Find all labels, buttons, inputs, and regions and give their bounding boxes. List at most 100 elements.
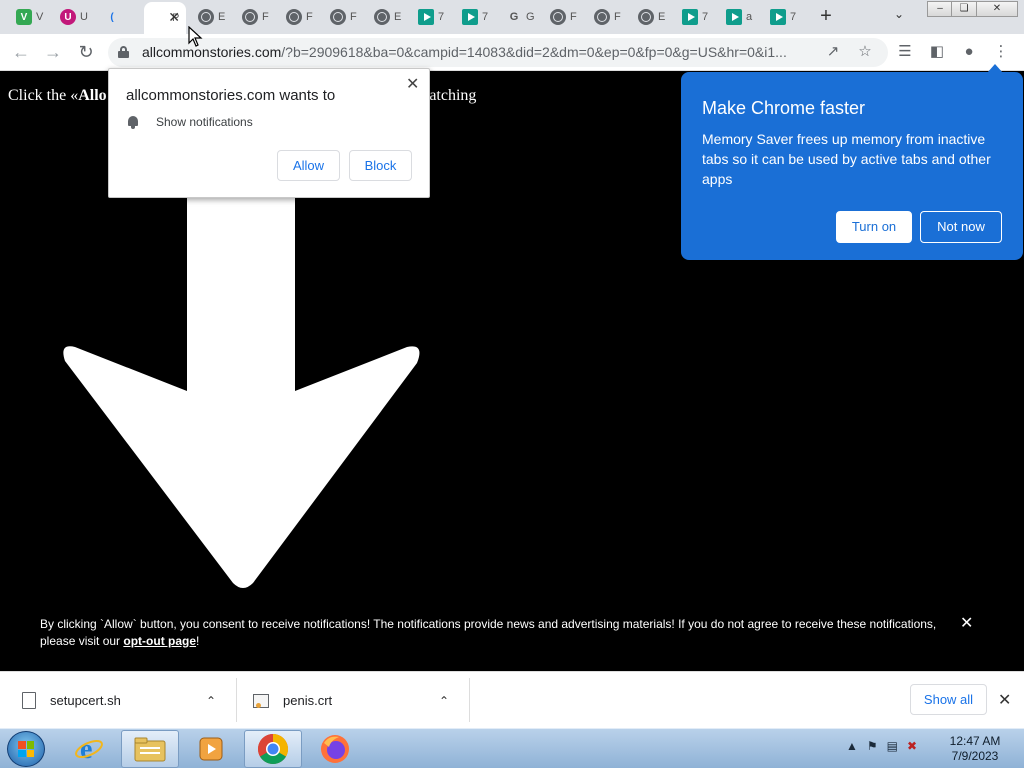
tab-title: G	[526, 11, 535, 23]
network-icon[interactable]: ▤	[887, 739, 898, 753]
tab-title: 7	[702, 11, 709, 23]
download-item[interactable]: setupcert.sh ⌃	[22, 672, 216, 729]
url-text[interactable]: allcommonstories.com/?b=2909618&ba=0&cam…	[142, 44, 822, 60]
consent-close-icon[interactable]: ✕	[960, 613, 973, 633]
tab-title: F	[262, 11, 269, 23]
tab-title: F	[570, 11, 577, 23]
blue-spinner-icon: (	[110, 11, 114, 23]
tab-strip: VVUU(ΞP✕EFFFE77GGFFE7a7 + ⌄ – ❏ ✕	[0, 0, 1024, 34]
browser-tab[interactable]: a	[718, 4, 760, 30]
tab-title: E	[218, 11, 226, 23]
browser-tab[interactable]: P ✕	[144, 2, 186, 34]
tray-expand-icon[interactable]: ▲	[846, 739, 858, 753]
back-button[interactable]: ←	[10, 41, 32, 63]
play-icon	[682, 9, 698, 25]
browser-toolbar: ← → ↻ allcommonstories.com/?b=2909618&ba…	[0, 34, 1024, 71]
browser-tab[interactable]: GG	[498, 4, 540, 30]
tab-title: F	[350, 11, 357, 23]
reload-button[interactable]: ↻	[75, 41, 97, 63]
tab-title: V	[36, 11, 44, 23]
address-bar[interactable]: allcommonstories.com/?b=2909618&ba=0&cam…	[108, 38, 888, 67]
heading-left-text: Click the «Allo	[8, 87, 107, 104]
divider	[469, 678, 470, 722]
browser-tab[interactable]: F	[542, 4, 584, 30]
magenta-u-icon: U	[60, 9, 76, 25]
windows-taskbar: e ▲ ⚑ ▤ ✖ 12:47 AM 7/9/2023	[0, 728, 1024, 768]
download-shelf: setupcert.sh ⌃ penis.crt ⌃ Show all ✕	[0, 671, 1024, 728]
tab-title: E	[394, 11, 402, 23]
file-icon	[22, 692, 36, 709]
browser-tab[interactable]: 7	[454, 4, 496, 30]
globe-icon	[286, 9, 302, 25]
chevron-up-icon[interactable]: ⌃	[206, 694, 216, 708]
chrome-icon[interactable]	[244, 730, 302, 768]
file-explorer-icon[interactable]	[121, 730, 179, 768]
tab-title: F	[614, 11, 621, 23]
side-panel-icon[interactable]: ◧	[928, 43, 946, 61]
turn-on-button[interactable]: Turn on	[836, 211, 912, 243]
clock[interactable]: 12:47 AM 7/9/2023	[940, 734, 1010, 764]
profile-icon[interactable]: ●	[960, 43, 978, 61]
forward-button[interactable]: →	[42, 41, 64, 63]
notification-permission-prompt: allcommonstories.com wants to ✕ Show not…	[108, 68, 430, 198]
browser-tab[interactable]: F	[278, 4, 320, 30]
play-icon	[726, 9, 742, 25]
globe-icon	[594, 9, 610, 25]
svg-text:e: e	[80, 734, 92, 764]
clock-time: 12:47 AM	[949, 734, 1001, 748]
browser-tab[interactable]: VV	[8, 4, 50, 30]
tab-title: 7	[790, 11, 797, 23]
chevron-up-icon[interactable]: ⌃	[439, 694, 449, 708]
media-player-icon[interactable]	[182, 730, 240, 768]
memory-saver-promo: Make Chrome faster Memory Saver frees up…	[681, 72, 1023, 260]
restore-button[interactable]: ❏	[951, 1, 977, 17]
new-tab-button[interactable]: +	[814, 5, 838, 29]
show-all-button[interactable]: Show all	[910, 684, 987, 715]
certificate-icon	[253, 693, 269, 708]
play-icon	[462, 9, 478, 25]
minimize-button[interactable]: –	[927, 1, 953, 17]
browser-tab[interactable]: 7	[410, 4, 452, 30]
window-close-button[interactable]: ✕	[976, 1, 1018, 17]
browser-tab[interactable]: F	[322, 4, 364, 30]
allow-button[interactable]: Allow	[277, 150, 340, 181]
browser-tab[interactable]: 7	[762, 4, 804, 30]
browser-tab[interactable]: F	[234, 4, 276, 30]
action-center-flag-icon[interactable]: ⚑	[867, 739, 878, 753]
permission-row: Show notifications	[126, 115, 253, 129]
tab-close-icon[interactable]: ✕	[168, 9, 180, 26]
page-icon	[152, 10, 168, 26]
shelf-close-icon[interactable]: ✕	[998, 690, 1011, 710]
tab-title: U	[80, 11, 88, 23]
browser-tab[interactable]: F	[586, 4, 628, 30]
down-arrow-graphic	[63, 191, 420, 588]
bell-icon	[126, 115, 140, 129]
share-icon[interactable]: ↗	[824, 43, 842, 61]
media-control-icon[interactable]: ☰	[896, 43, 914, 61]
internet-explorer-icon[interactable]: e	[60, 730, 118, 768]
menu-kebab-icon[interactable]: ⋮	[992, 43, 1010, 61]
mouse-cursor-icon	[188, 26, 203, 47]
tab-search-chevron-icon[interactable]: ⌄	[894, 7, 904, 21]
lock-icon[interactable]	[118, 46, 129, 58]
browser-tab[interactable]: UU	[52, 4, 94, 30]
tab-title: a	[746, 11, 753, 23]
opt-out-link[interactable]: opt-out page	[123, 634, 196, 648]
globe-icon	[242, 9, 258, 25]
browser-tab[interactable]: E	[366, 4, 408, 30]
globe-icon	[550, 9, 566, 25]
not-now-button[interactable]: Not now	[920, 211, 1002, 243]
browser-tab[interactable]: E	[630, 4, 672, 30]
firefox-icon[interactable]	[306, 730, 364, 768]
consent-banner: By clicking `Allow` button, you consent …	[40, 617, 937, 648]
block-button[interactable]: Block	[349, 150, 412, 181]
browser-tab[interactable]: 7	[674, 4, 716, 30]
system-tray: ▲ ⚑ ▤ ✖	[846, 739, 917, 753]
green-v-icon: V	[16, 9, 32, 25]
bookmark-star-icon[interactable]: ☆	[856, 43, 874, 61]
volume-muted-icon[interactable]: ✖	[907, 739, 917, 753]
prompt-close-icon[interactable]: ✕	[406, 74, 419, 94]
tab-title: 7	[482, 11, 489, 23]
download-item[interactable]: penis.crt ⌃	[253, 672, 449, 729]
start-button[interactable]	[7, 731, 45, 767]
